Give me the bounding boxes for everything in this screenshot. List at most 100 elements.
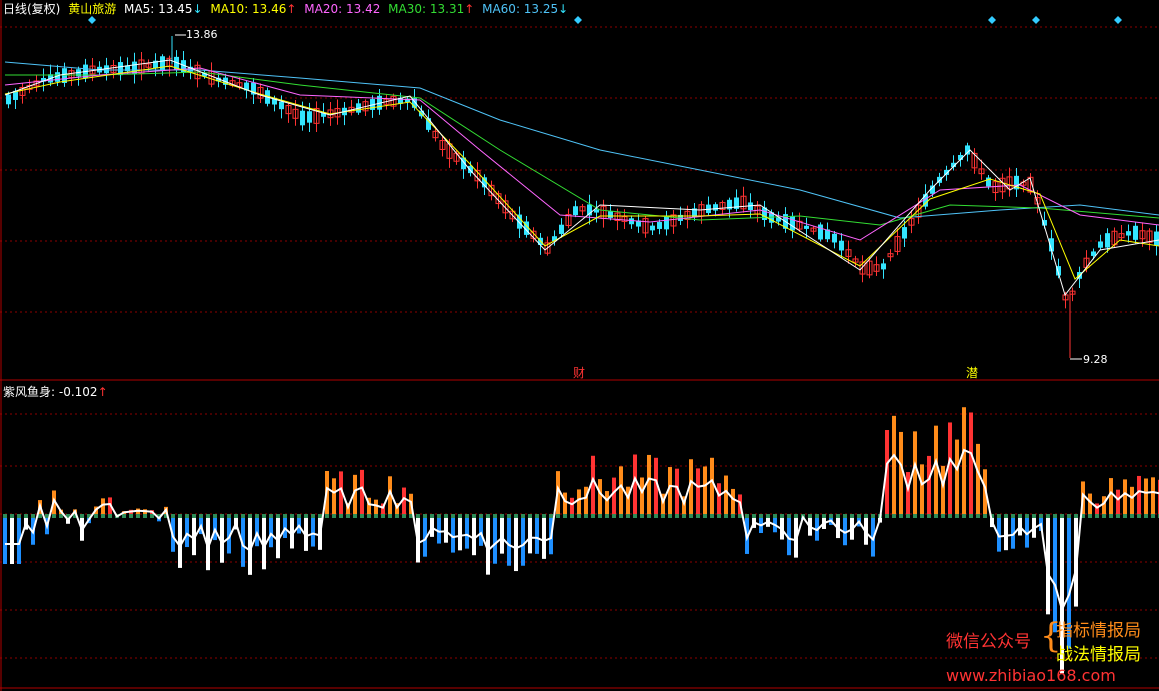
indicator-baseline-segment — [570, 514, 574, 518]
indicator-bar — [570, 497, 574, 514]
indicator-baseline-segment — [199, 514, 203, 518]
indicator-baseline-segment — [346, 514, 350, 518]
signal-diamond-icon — [574, 16, 582, 24]
marker-cai: 财 — [573, 366, 586, 380]
indicator-baseline-segment — [766, 514, 770, 518]
indicator-header: 紫风鱼身: -0.102↑ — [3, 385, 108, 399]
indicator-value: -0.102 — [58, 385, 98, 399]
indicator-arrow: ↑ — [97, 385, 108, 399]
indicator-baseline-segment — [906, 514, 910, 518]
indicator-baseline-segment — [626, 514, 630, 518]
indicator-baseline-segment — [731, 514, 735, 518]
indicator-bar — [1137, 475, 1141, 514]
indicator-baseline-segment — [171, 514, 175, 518]
indicator-baseline-segment — [640, 514, 644, 518]
indicator-baseline-segment — [997, 514, 1001, 518]
indicator-bar — [934, 425, 938, 514]
indicator-baseline-segment — [1144, 514, 1148, 518]
indicator-baseline-segment — [542, 514, 546, 518]
indicator-baseline-segment — [549, 514, 553, 518]
indicator-baseline-segment — [920, 514, 924, 518]
indicator-baseline-segment — [983, 514, 987, 518]
candle-body — [1154, 231, 1159, 246]
indicator-name[interactable]: 紫风鱼身 — [3, 385, 51, 399]
indicator-baseline-segment — [80, 514, 84, 518]
indicator-baseline-segment — [850, 514, 854, 518]
indicator-baseline-segment — [325, 514, 329, 518]
indicator-baseline-segment — [689, 514, 693, 518]
indicator-bar — [262, 514, 266, 570]
indicator-baseline-segment — [395, 514, 399, 518]
candle-body — [307, 111, 312, 123]
indicator-bar — [465, 514, 469, 549]
ma5-label: MA5: 13.45↓ — [124, 2, 203, 16]
indicator-baseline-segment — [822, 514, 826, 518]
indicator-baseline-segment — [304, 514, 308, 518]
indicator-baseline-segment — [787, 514, 791, 518]
ma30-line — [5, 71, 1159, 226]
indicator-baseline-segment — [255, 514, 259, 518]
indicator-baseline-segment — [780, 514, 784, 518]
indicator-bar — [696, 468, 700, 514]
candle-body — [1126, 231, 1131, 236]
indicator-bar — [1025, 514, 1029, 548]
candle-body — [902, 227, 907, 239]
candle-body — [818, 224, 823, 240]
indicator-bar — [528, 514, 532, 554]
indicator-bar — [437, 514, 441, 544]
indicator-baseline-segment — [318, 514, 322, 518]
indicator-baseline-segment — [1004, 514, 1008, 518]
indicator-bar — [458, 514, 462, 551]
indicator-baseline-segment — [381, 514, 385, 518]
indicator-bar — [3, 514, 7, 564]
indicator-bar — [703, 466, 707, 514]
signal-diamond-icon — [1032, 16, 1040, 24]
indicator-baseline-segment — [647, 514, 651, 518]
candle-body — [573, 206, 578, 216]
indicator-baseline-segment — [1053, 514, 1057, 518]
indicator-baseline-segment — [178, 514, 182, 518]
indicator-baseline-segment — [227, 514, 231, 518]
indicator-baseline-segment — [836, 514, 840, 518]
indicator-bar — [563, 492, 567, 514]
indicator-baseline-segment — [584, 514, 588, 518]
indicator-baseline-segment — [710, 514, 714, 518]
indicator-baseline-segment — [248, 514, 252, 518]
indicator-baseline-segment — [444, 514, 448, 518]
candle-body — [6, 94, 11, 105]
indicator-baseline-segment — [150, 514, 154, 518]
indicator-baseline-segment — [3, 514, 7, 518]
indicator-bar — [605, 491, 609, 514]
indicator-baseline-segment — [430, 514, 434, 518]
indicator-baseline-segment — [31, 514, 35, 518]
indicator-baseline-segment — [241, 514, 245, 518]
indicator-bar — [612, 477, 616, 514]
indicator-baseline-segment — [1116, 514, 1120, 518]
indicator-baseline-segment — [955, 514, 959, 518]
ma60-line — [4, 61, 1159, 219]
period-label[interactable]: 日线(复权) — [3, 2, 60, 16]
indicator-baseline-segment — [598, 514, 602, 518]
indicator-bar — [1123, 479, 1127, 514]
indicator-baseline-segment — [1130, 514, 1134, 518]
indicator-bar — [647, 454, 651, 514]
indicator-baseline-segment — [948, 514, 952, 518]
indicator-bar — [941, 465, 945, 514]
indicator-baseline-segment — [1151, 514, 1155, 518]
indicator-baseline-segment — [24, 514, 28, 518]
signal-diamond-icon — [1114, 16, 1122, 24]
indicator-baseline-segment — [486, 514, 490, 518]
indicator-baseline-segment — [703, 514, 707, 518]
indicator-baseline-segment — [269, 514, 273, 518]
indicator-baseline-segment — [213, 514, 217, 518]
indicator-baseline-segment — [885, 514, 889, 518]
indicator-baseline-segment — [1025, 514, 1029, 518]
stock-chart-canvas[interactable] — [0, 0, 1159, 691]
indicator-baseline-segment — [794, 514, 798, 518]
indicator-bar — [311, 514, 315, 547]
marker-qian: 潜 — [966, 366, 979, 380]
indicator-bar — [1144, 478, 1148, 514]
indicator-bar — [710, 457, 714, 514]
candle-body — [657, 222, 662, 229]
indicator-baseline-segment — [339, 514, 343, 518]
